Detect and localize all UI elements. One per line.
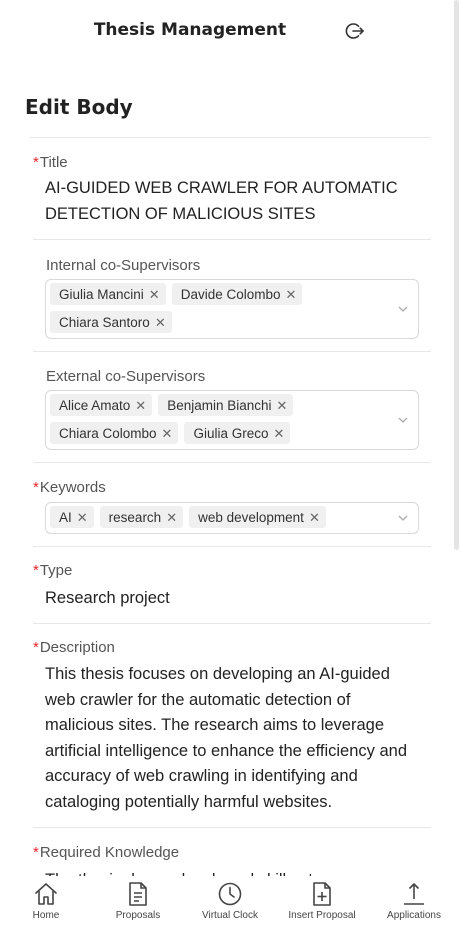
external-supervisors-select[interactable]: Alice Amato ✕ Benjamin Bianchi ✕ Chiara Co…	[45, 390, 419, 450]
logout-icon	[345, 23, 364, 39]
title-label: *Title	[33, 154, 68, 171]
type-field: *Type Research project	[33, 547, 431, 624]
remove-tag-icon[interactable]: ✕	[286, 288, 297, 301]
internal-supervisors-label: Internal co-Supervisors	[46, 257, 201, 274]
chevron-down-icon	[398, 515, 408, 521]
keywords-label: *Keywords	[33, 479, 106, 496]
app-title: Thesis Management	[93, 20, 287, 40]
tag: Giulia Mancini ✕	[50, 283, 166, 305]
tag: Alice Amato ✕	[50, 394, 153, 416]
remove-tag-icon[interactable]: ✕	[135, 399, 146, 412]
external-supervisors-field: External co-Supervisors Alice Amato ✕ Ben…	[33, 352, 431, 463]
internal-supervisors-field: Internal co-Supervisors Giulia Mancini ✕ …	[33, 240, 431, 352]
remove-tag-icon[interactable]: ✕	[77, 511, 88, 524]
home-icon	[35, 883, 57, 905]
upload-icon	[404, 883, 424, 905]
tag: Chiara Colombo ✕	[50, 422, 179, 444]
nav-insert-proposal[interactable]: Insert Proposal	[282, 880, 362, 921]
external-supervisors-label: External co-Supervisors	[46, 368, 206, 385]
remove-tag-icon[interactable]: ✕	[277, 399, 288, 412]
remove-tag-icon[interactable]: ✕	[155, 316, 166, 329]
divider	[30, 137, 431, 138]
title-value[interactable]: AI-GUIDED WEB CRAWLER FOR AUTOMATIC DETE…	[45, 176, 425, 227]
page-title: Edit Body	[25, 95, 133, 119]
type-label: *Type	[33, 562, 73, 579]
description-field: *Description This thesis focuses on deve…	[33, 624, 431, 828]
tag: research ✕	[99, 506, 184, 528]
nav-proposals[interactable]: Proposals	[98, 880, 178, 921]
tag: Benjamin Bianchi ✕	[158, 394, 294, 416]
remove-tag-icon[interactable]: ✕	[162, 427, 173, 440]
nav-applications[interactable]: Applications	[374, 880, 454, 921]
bottom-nav: Home Proposals Virtual Clock Insert Prop…	[0, 876, 460, 926]
internal-supervisors-select[interactable]: Giulia Mancini ✕ Davide Colombo ✕ Chiara S…	[45, 279, 419, 339]
document-icon	[129, 882, 147, 906]
logout-button[interactable]	[344, 20, 366, 42]
file-add-icon	[313, 882, 331, 906]
nav-home[interactable]: Home	[6, 880, 86, 921]
remove-tag-icon[interactable]: ✕	[309, 511, 320, 524]
app-header: Thesis Management	[0, 0, 460, 62]
description-label: *Description	[33, 639, 115, 656]
remove-tag-icon[interactable]: ✕	[166, 511, 177, 524]
required-knowledge-label: *Required Knowledge	[33, 844, 180, 861]
remove-tag-icon[interactable]: ✕	[273, 427, 284, 440]
chevron-down-icon	[398, 417, 408, 423]
tag: Chiara Santoro ✕	[50, 311, 172, 333]
type-value[interactable]: Research project	[45, 586, 425, 612]
tag: AI ✕	[50, 506, 94, 528]
nav-virtual-clock[interactable]: Virtual Clock	[190, 880, 270, 921]
tag: Giulia Greco ✕	[184, 422, 291, 444]
keywords-field: *Keywords AI ✕ research ✕ web development ✕	[33, 463, 431, 547]
main-content: Edit Body *Title AI-GUIDED WEB CRAWLER F…	[0, 62, 460, 876]
tag: web development ✕	[189, 506, 326, 528]
description-value[interactable]: This thesis focuses on developing an AI-…	[45, 662, 423, 815]
required-knowledge-field: *Required Knowledge The thesis demands a…	[33, 828, 431, 876]
chevron-down-icon	[398, 306, 408, 312]
tag: Davide Colombo ✕	[171, 283, 303, 305]
keywords-select[interactable]: AI ✕ research ✕ web development ✕	[45, 502, 419, 534]
title-field: *Title AI-GUIDED WEB CRAWLER FOR AUTOMAT…	[33, 152, 431, 240]
remove-tag-icon[interactable]: ✕	[149, 288, 160, 301]
clock-icon	[218, 882, 242, 906]
required-knowledge-value[interactable]: The thesis demands a broad skill set	[45, 868, 425, 876]
